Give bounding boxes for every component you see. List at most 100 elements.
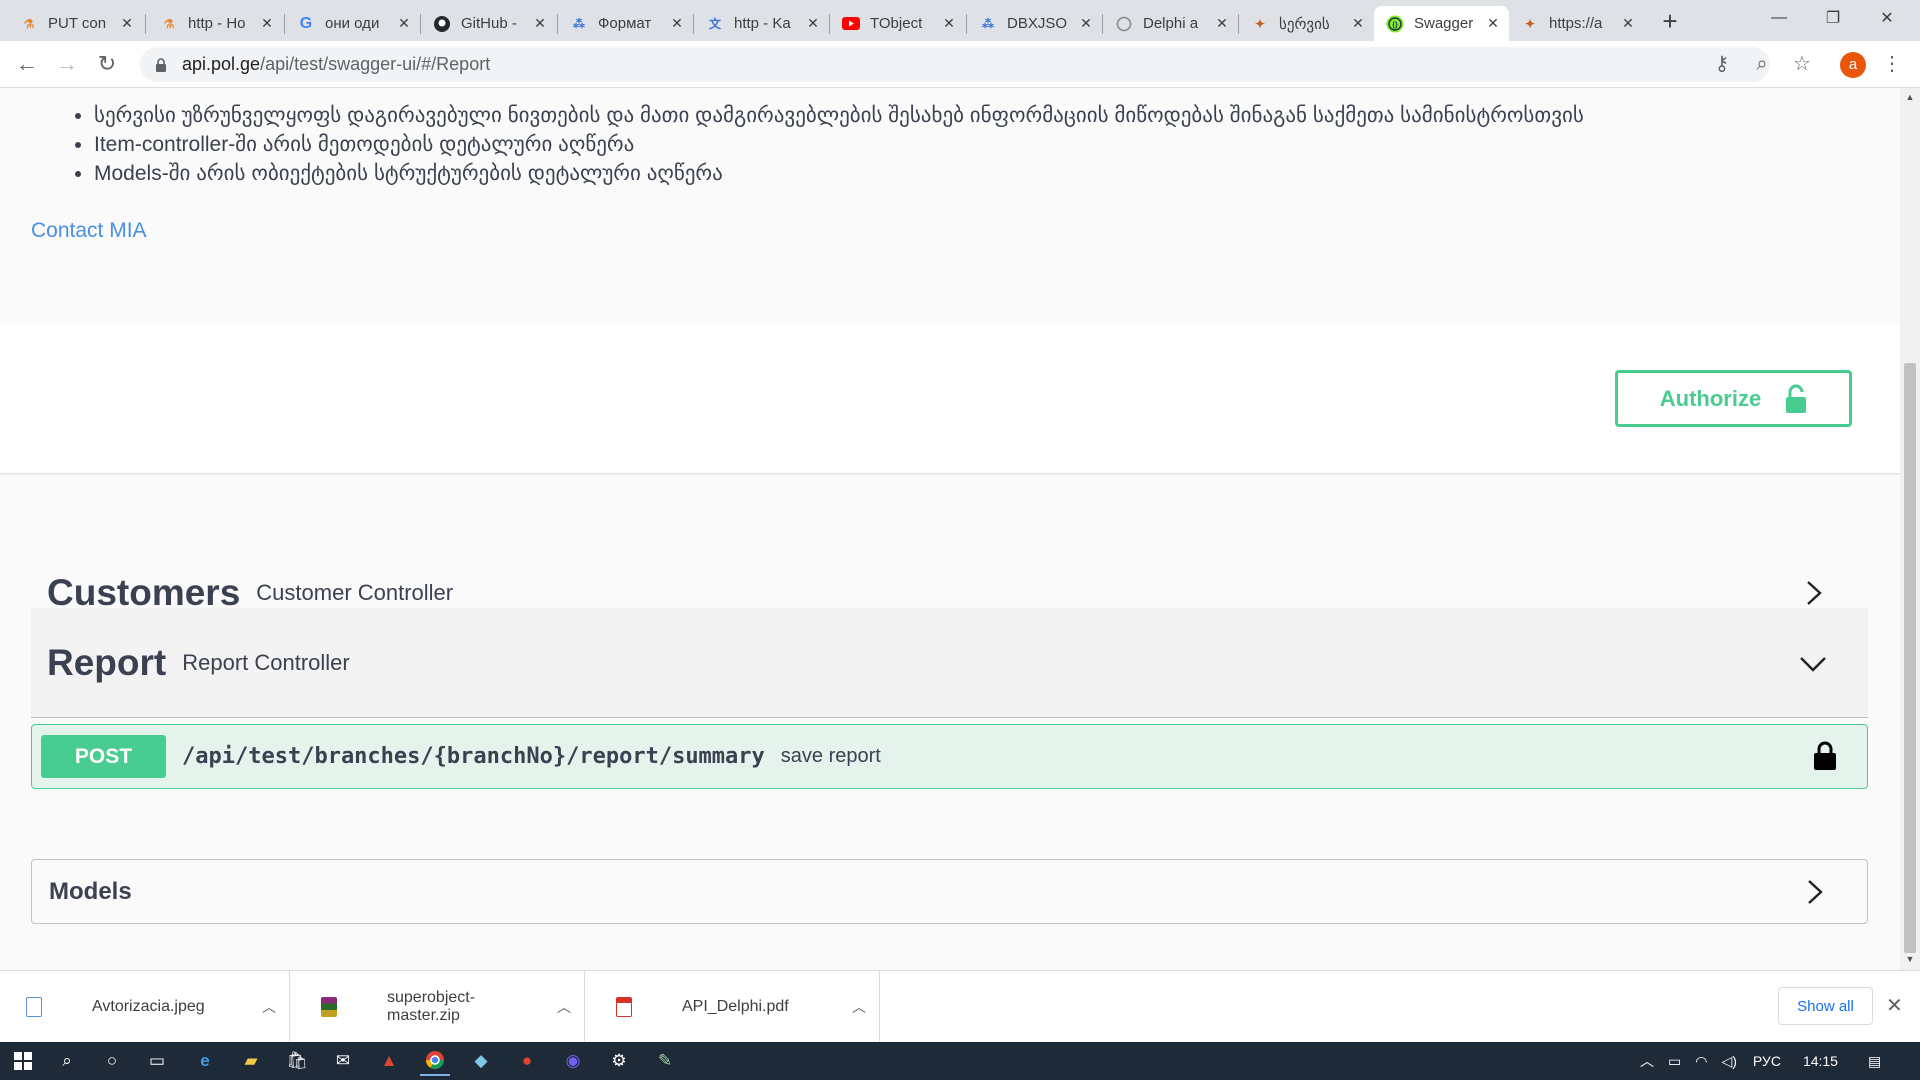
mail-icon[interactable]: ✉ — [328, 1046, 358, 1076]
show-all-button[interactable]: Show all — [1778, 987, 1873, 1025]
tray-expand-icon[interactable]: ︿ — [1640, 1051, 1654, 1071]
browser-tab[interactable]: TObject ✕ — [830, 6, 965, 41]
browser-tab[interactable]: ✦ https://a ✕ — [1509, 6, 1644, 41]
tab-close-icon[interactable]: ✕ — [396, 15, 412, 32]
red-app-icon[interactable]: ● — [512, 1046, 542, 1076]
page-scrollbar[interactable]: ▲ ▼ — [1900, 88, 1920, 970]
star-icon[interactable]: ☆ — [1789, 51, 1815, 77]
back-arrow-icon[interactable]: ← — [13, 50, 41, 78]
maximize-button[interactable]: ❐ — [1810, 0, 1856, 36]
tab-title: https://a — [1549, 15, 1603, 32]
close-window-button[interactable]: ✕ — [1864, 0, 1910, 36]
minimize-button[interactable]: — — [1756, 0, 1802, 36]
swagger-favicon-icon: ⚗ — [23, 16, 35, 31]
battery-icon[interactable]: ▭ — [1668, 1053, 1681, 1070]
browser-tab[interactable]: G они оди ✕ — [285, 6, 420, 41]
lock-icon — [156, 57, 166, 72]
chevron-up-icon[interactable]: ︿ — [249, 997, 289, 1017]
edge-icon[interactable]: e — [190, 1046, 220, 1076]
models-section[interactable]: Models — [31, 859, 1868, 924]
tab-close-icon[interactable]: ✕ — [1214, 15, 1230, 32]
browser-toolbar: ← → ↻ api.pol.ge/api/test/swagger-ui/#/R… — [0, 41, 1920, 88]
language-indicator[interactable]: РУС — [1753, 1053, 1781, 1069]
download-filename: API_Delphi.pdf — [682, 998, 789, 1015]
authorize-button[interactable]: Authorize — [1615, 370, 1852, 427]
tab-title: они оди — [325, 15, 380, 32]
profile-avatar[interactable]: a — [1840, 52, 1866, 78]
tag-name: Report — [47, 641, 167, 683]
tab-title: Swagger — [1414, 15, 1474, 32]
tab-close-icon[interactable]: ✕ — [1485, 15, 1501, 32]
info-bullet: Item-controller-ში არის მეთოდების დეტალუ… — [94, 133, 1584, 156]
tab-close-icon[interactable]: ✕ — [1078, 15, 1094, 32]
browser-tab[interactable]: ⁂ Формат ✕ — [558, 6, 693, 41]
tab-title: http - Ho — [188, 15, 246, 32]
search-icon[interactable]: ⌕ — [52, 1046, 82, 1076]
viber-icon[interactable]: ◉ — [558, 1046, 588, 1076]
windows-start-icon[interactable] — [8, 1046, 38, 1076]
emblem-favicon-icon: ✦ — [1524, 16, 1536, 31]
store-icon[interactable]: 🛍 — [282, 1046, 312, 1076]
download-item[interactable]: API_Delphi.pdf ︿ — [590, 971, 880, 1043]
file-explorer-icon[interactable]: ▰ — [236, 1046, 266, 1076]
clock[interactable]: 14:15 — [1803, 1053, 1838, 1069]
forward-arrow-icon[interactable]: → — [53, 50, 81, 78]
tab-close-icon[interactable]: ✕ — [259, 15, 275, 32]
tab-title: PUT con — [48, 15, 107, 32]
new-tab-button[interactable]: + — [1656, 8, 1684, 36]
browser-tab[interactable]: ✦ სერვის ✕ — [1239, 6, 1374, 41]
tab-close-icon[interactable]: ✕ — [1350, 15, 1366, 32]
close-icon[interactable]: ✕ — [1886, 993, 1903, 1018]
chevron-up-icon[interactable]: ︿ — [544, 997, 584, 1017]
key-icon[interactable]: ⚷ — [1709, 51, 1735, 77]
delphi-app-icon[interactable]: ◆ — [466, 1046, 496, 1076]
task-view-icon[interactable]: ▭ — [142, 1046, 172, 1076]
volume-icon[interactable]: ◁) — [1721, 1053, 1736, 1070]
authorize-label: Authorize — [1659, 385, 1762, 411]
download-item[interactable]: superobject-master.zip ︿ — [295, 971, 585, 1043]
browser-tab-active[interactable]: {} Swagger ✕ — [1374, 6, 1509, 41]
tab-close-icon[interactable]: ✕ — [669, 15, 685, 32]
download-item[interactable]: Avtorizacia.jpeg ︿ — [0, 971, 290, 1043]
tab-close-icon[interactable]: ✕ — [532, 15, 548, 32]
youtube-favicon-icon — [842, 15, 860, 33]
browser-tab[interactable]: ⁂ DBXJSO ✕ — [967, 6, 1102, 41]
browser-tab[interactable]: ⚗ PUT con ✕ — [8, 6, 143, 41]
translate-favicon-icon: 文 — [708, 17, 721, 31]
tab-close-icon[interactable]: ✕ — [941, 15, 957, 32]
browser-tab[interactable]: ⚗ http - Ho ✕ — [148, 6, 283, 41]
tag-report[interactable]: Report Report Controller — [31, 608, 1868, 718]
scroll-down-arrow-icon[interactable]: ▼ — [1905, 954, 1915, 964]
operation-post-summary[interactable]: POST /api/test/branches/{branchNo}/repor… — [31, 724, 1868, 789]
models-title: Models — [49, 877, 132, 905]
tab-close-icon[interactable]: ✕ — [805, 15, 821, 32]
downloads-shelf: Avtorizacia.jpeg ︿ superobject-master.zi… — [0, 970, 1920, 1043]
chrome-icon[interactable] — [420, 1046, 450, 1076]
chevron-right-icon — [1807, 581, 1822, 605]
tab-close-icon[interactable]: ✕ — [119, 15, 135, 32]
zoom-icon[interactable]: ⌕ — [1749, 51, 1775, 77]
tool-app-icon[interactable]: ✎ — [650, 1046, 680, 1076]
tag-description: Customer Controller — [256, 579, 454, 605]
tab-title: Delphi a — [1143, 15, 1199, 32]
chevron-up-icon[interactable]: ︿ — [839, 997, 879, 1017]
lock-icon[interactable] — [1813, 741, 1837, 771]
contact-link[interactable]: Contact MIA — [31, 219, 147, 243]
scrollbar-thumb[interactable] — [1904, 363, 1916, 953]
reload-icon[interactable]: ↻ — [93, 50, 121, 78]
browser-tab[interactable]: Delphi a ✕ — [1103, 6, 1238, 41]
address-bar[interactable]: api.pol.ge/api/test/swagger-ui/#/Report — [140, 47, 1770, 82]
image-file-icon — [26, 997, 42, 1017]
wifi-icon[interactable]: ◠ — [1695, 1053, 1707, 1070]
browser-tab[interactable]: 文 http - Ka ✕ — [694, 6, 829, 41]
browser-tab[interactable]: GitHub - ✕ — [421, 6, 556, 41]
acrobat-icon[interactable]: ▲ — [374, 1046, 404, 1076]
menu-dots-icon[interactable]: ⋮ — [1879, 51, 1905, 77]
notification-icon[interactable]: ▤ — [1868, 1053, 1881, 1070]
scroll-up-arrow-icon[interactable]: ▲ — [1905, 92, 1915, 102]
swagger-page: სერვისი უზრუნველყოფს დაგირავებული ნივთებ… — [0, 88, 1900, 970]
tab-close-icon[interactable]: ✕ — [1620, 15, 1636, 32]
settings-gear-icon[interactable]: ⚙ — [604, 1046, 634, 1076]
cortana-icon[interactable]: ○ — [97, 1046, 127, 1076]
blue-dots-favicon-icon: ⁂ — [573, 16, 585, 31]
